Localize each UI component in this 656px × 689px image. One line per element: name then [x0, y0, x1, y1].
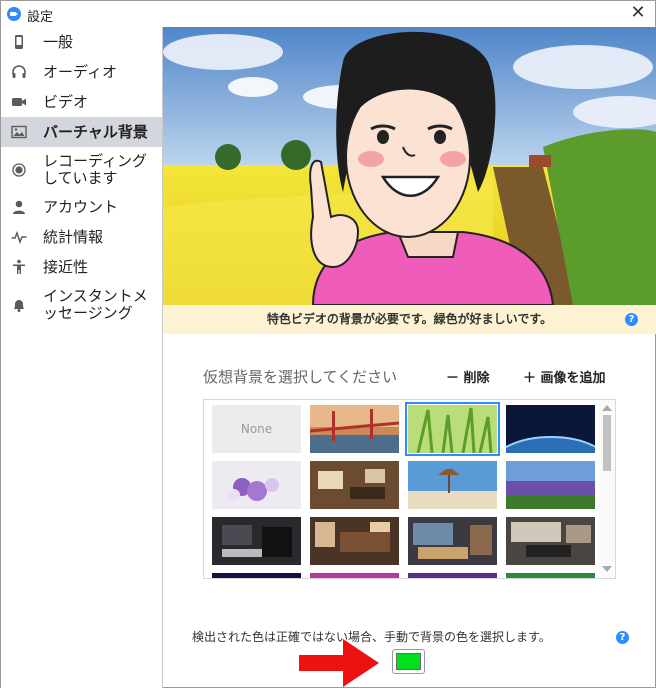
selected-color-swatch — [396, 653, 421, 670]
close-button[interactable]: ✕ — [621, 1, 655, 27]
scrollbar-thumb[interactable] — [603, 415, 611, 471]
phone-icon — [11, 34, 27, 50]
user-icon — [11, 199, 27, 215]
background-none[interactable]: None — [212, 405, 301, 453]
sidebar-item-statistics[interactable]: 統計情報 — [1, 222, 162, 252]
sidebar-item-label: 一般 — [43, 32, 74, 51]
red-arrow-icon — [299, 639, 379, 687]
accessibility-icon — [11, 259, 27, 275]
window-title: 設定 — [27, 10, 54, 25]
scroll-up-arrow-icon[interactable] — [602, 405, 612, 411]
background-thumbnail[interactable] — [309, 405, 400, 453]
headphones-icon — [11, 64, 27, 80]
sidebar-item-label: レコーディングしています — [43, 151, 147, 187]
background-thumbnail[interactable] — [506, 461, 595, 509]
notice-help-icon[interactable]: ? — [625, 313, 638, 326]
remove-background-button[interactable]: － 削除 — [446, 367, 490, 386]
background-thumbnail[interactable] — [212, 573, 301, 578]
video-camera-icon — [11, 94, 27, 110]
scroll-down-arrow-icon[interactable] — [602, 566, 612, 572]
background-thumbnail[interactable] — [408, 461, 497, 509]
background-thumbnail[interactable] — [408, 517, 497, 565]
sidebar-item-label: ビデオ — [43, 92, 89, 111]
sidebar-item-instant-messaging[interactable]: インスタントメッセージング — [1, 282, 162, 327]
sidebar-item-label: オーディオ — [43, 62, 117, 81]
title-bar: 設定 ✕ — [1, 1, 655, 27]
sidebar-item-account[interactable]: アカウント — [1, 192, 162, 222]
zoom-app-icon — [7, 7, 21, 21]
green-screen-notice: 特色ビデオの背景が必要です。緑色が好ましいです。 — [163, 305, 656, 334]
color-help-icon[interactable]: ? — [616, 631, 629, 644]
choose-background-label: 仮想背景を選択してください — [203, 368, 398, 386]
background-thumbnail[interactable] — [310, 517, 399, 565]
background-thumbnail[interactable] — [490, 405, 612, 498]
add-image-button[interactable]: ＋ 画像を追加 — [523, 367, 606, 386]
background-thumbnail[interactable] — [212, 517, 301, 565]
sidebar-item-label: インスタントメッセージング — [43, 286, 148, 322]
settings-window: 設定 ✕ 一般 オーディオ ビデオ バーチャル背景 レコーディングしています ア… — [0, 0, 656, 688]
background-preview — [163, 27, 656, 305]
sidebar-item-label: 統計情報 — [43, 227, 104, 246]
sidebar-item-label: バーチャル背景 — [43, 122, 148, 141]
sidebar-item-video[interactable]: ビデオ — [1, 87, 162, 117]
gallery-scrollbar[interactable] — [599, 400, 615, 578]
background-thumbnail[interactable] — [310, 573, 399, 578]
settings-sidebar: 一般 オーディオ ビデオ バーチャル背景 レコーディングしています アカウント … — [1, 27, 163, 688]
sidebar-item-label: 接近性 — [43, 257, 89, 276]
notice-text: 特色ビデオの背景が必要です。緑色が好ましいです。 — [266, 312, 553, 326]
background-thumbnail[interactable] — [310, 461, 399, 509]
background-thumbnail[interactable] — [506, 573, 595, 578]
background-thumbnail[interactable] — [408, 573, 497, 578]
background-gallery: None — [203, 399, 616, 579]
sidebar-item-recording[interactable]: レコーディングしています — [1, 147, 162, 192]
sidebar-item-general[interactable]: 一般 — [1, 27, 162, 57]
virtual-background-panel: 特色ビデオの背景が必要です。緑色が好ましいです。 ? 仮想背景を選択してください… — [163, 27, 656, 688]
background-thumbnail[interactable] — [506, 517, 595, 565]
sidebar-item-audio[interactable]: オーディオ — [1, 57, 162, 87]
bell-icon — [11, 297, 27, 313]
pulse-icon — [11, 229, 27, 245]
image-icon — [11, 124, 27, 140]
background-thumbnail[interactable] — [212, 461, 301, 509]
background-color-picker[interactable] — [392, 649, 425, 674]
record-icon — [11, 162, 27, 178]
sidebar-item-label: アカウント — [43, 197, 119, 216]
sidebar-item-accessibility[interactable]: 接近性 — [1, 252, 162, 282]
sidebar-item-virtual-background[interactable]: バーチャル背景 — [1, 117, 162, 147]
background-thumbnail[interactable] — [405, 402, 500, 456]
